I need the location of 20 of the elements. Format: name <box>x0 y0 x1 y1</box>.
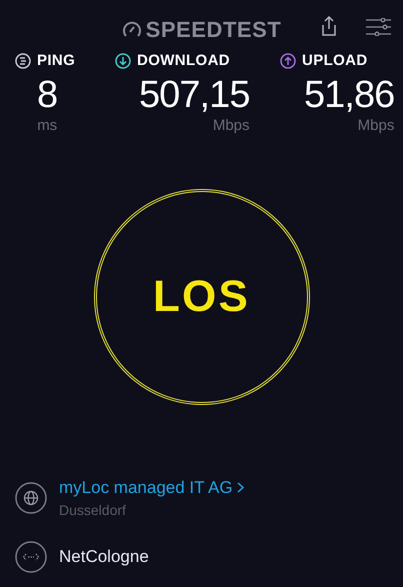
connection-icon <box>15 541 47 573</box>
chevron-icon <box>236 482 244 493</box>
metric-label: UPLOAD <box>302 51 368 71</box>
metric-value: 51,86 <box>304 72 394 116</box>
metric-unit: Mbps <box>358 116 394 134</box>
metric-unit: ms <box>37 116 58 134</box>
server-location: Dusseldorf <box>59 501 127 520</box>
start-button[interactable]: LOS <box>94 189 310 406</box>
globe-icon <box>15 482 47 514</box>
gauge-icon <box>122 20 142 38</box>
metric-unit: Mbps <box>212 116 250 134</box>
metric-value: 507,15 <box>139 72 250 116</box>
settings-icon[interactable] <box>366 18 391 36</box>
metric-label: DOWNLOAD <box>137 51 230 71</box>
server-link[interactable]: myLoc managed IT AG <box>59 474 244 500</box>
share-icon[interactable] <box>322 16 336 36</box>
metric-value: 8 <box>37 72 58 116</box>
logo-text: SPEEDTEST <box>146 16 282 44</box>
provider-name: NetCologne <box>59 546 149 568</box>
metric-label: PING <box>37 51 76 71</box>
